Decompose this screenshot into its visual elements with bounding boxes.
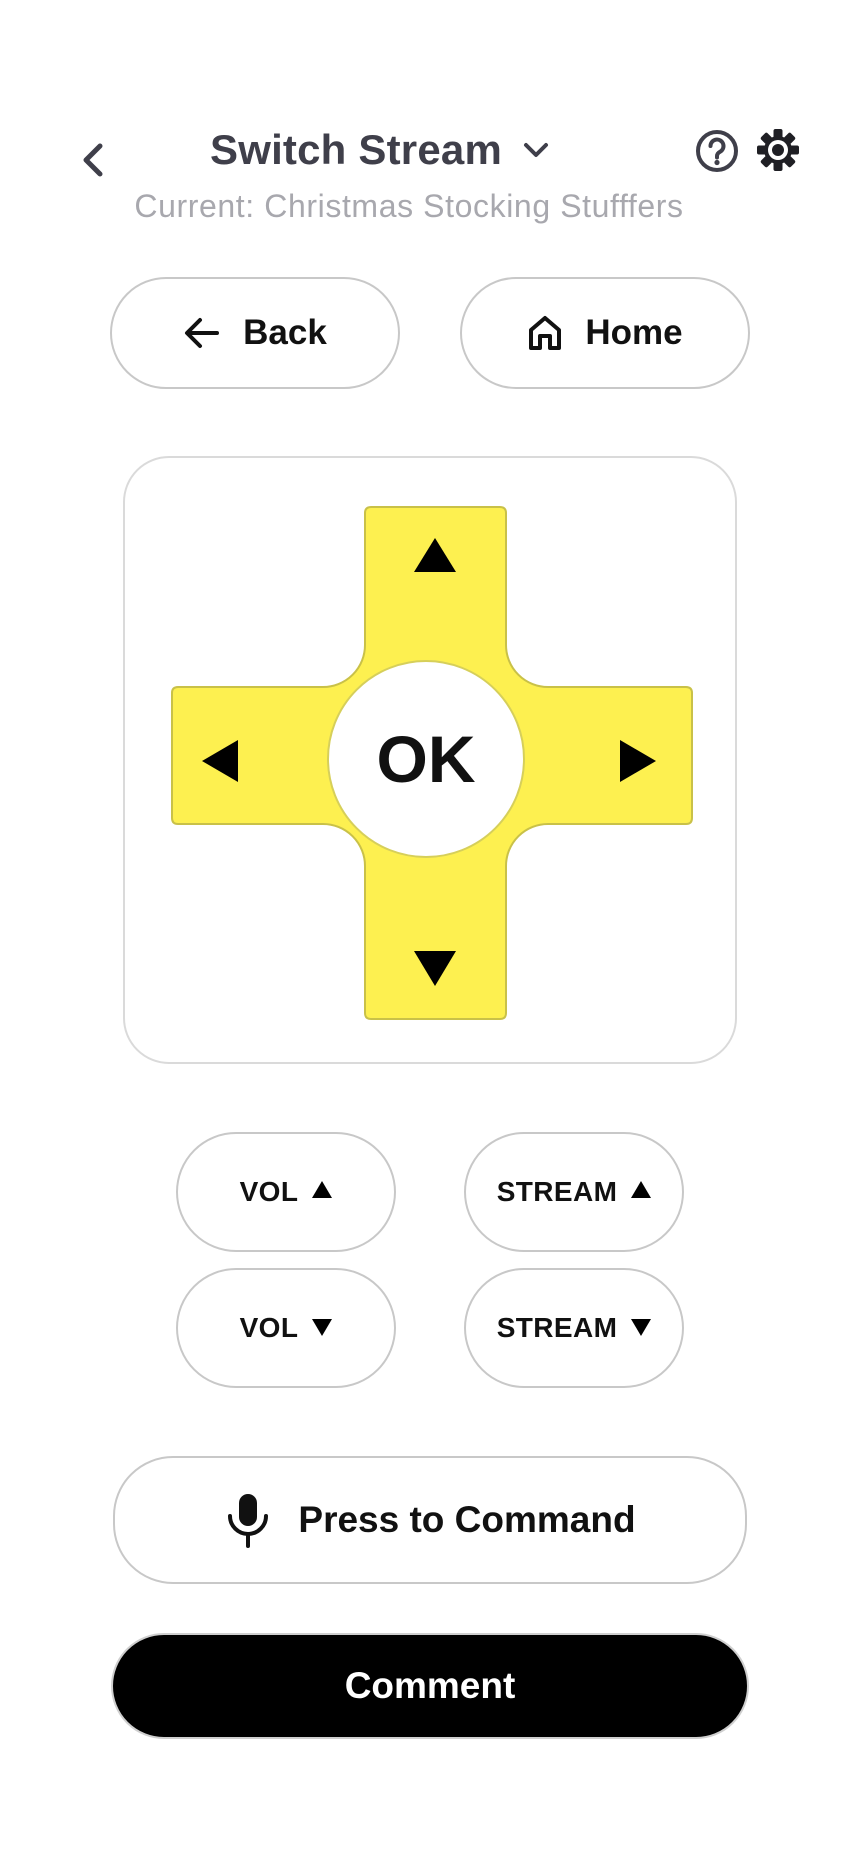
dpad-up-button[interactable]	[365, 507, 506, 657]
arrow-left-icon	[185, 318, 220, 348]
press-to-command-label: Press to Command	[298, 1499, 636, 1540]
microphone-icon	[228, 1494, 269, 1548]
chevron-down-icon	[524, 143, 549, 157]
home-button-label: Home	[585, 313, 683, 352]
help-button[interactable]	[694, 128, 740, 174]
home-button[interactable]: Home	[460, 277, 750, 389]
header-back-button[interactable]	[70, 130, 116, 190]
back-button-label: Back	[243, 313, 327, 352]
volume-up-button[interactable]: VOL	[176, 1132, 396, 1252]
stream-down-button[interactable]: STREAM	[464, 1268, 684, 1388]
home-icon	[529, 316, 562, 350]
stream-up-label: STREAM	[496, 1176, 618, 1207]
dpad-right-button[interactable]	[530, 687, 692, 824]
volume-down-label: VOL	[239, 1312, 299, 1343]
volume-down-button[interactable]: VOL	[176, 1268, 396, 1388]
stream-switcher[interactable]: Switch Stream	[180, 118, 580, 182]
triangle-down-icon	[631, 1318, 652, 1336]
stream-up-button[interactable]: STREAM	[464, 1132, 684, 1252]
triangle-up-icon	[312, 1180, 333, 1198]
dpad-left-button[interactable]	[172, 687, 322, 824]
back-button[interactable]: Back	[110, 277, 400, 389]
dpad-down-button[interactable]	[365, 866, 506, 1016]
stream-down-label: STREAM	[496, 1312, 618, 1343]
volume-up-label: VOL	[239, 1176, 299, 1207]
gear-icon	[757, 129, 799, 171]
current-stream-label: Current: Christmas Stocking Stufffers	[134, 188, 684, 224]
remote-screen: Switch Stream Current: Christmas Stockin…	[0, 0, 860, 1864]
settings-button[interactable]	[754, 126, 802, 174]
page-title: Switch Stream	[209, 126, 503, 173]
ok-button[interactable]: OK	[327, 660, 525, 858]
triangle-down-icon	[312, 1318, 333, 1336]
chevron-left-icon	[83, 143, 103, 177]
comment-button[interactable]: Comment	[111, 1633, 749, 1739]
press-to-command-button[interactable]: Press to Command	[113, 1456, 747, 1584]
triangle-up-icon	[631, 1180, 652, 1198]
help-circle-icon	[696, 130, 738, 172]
